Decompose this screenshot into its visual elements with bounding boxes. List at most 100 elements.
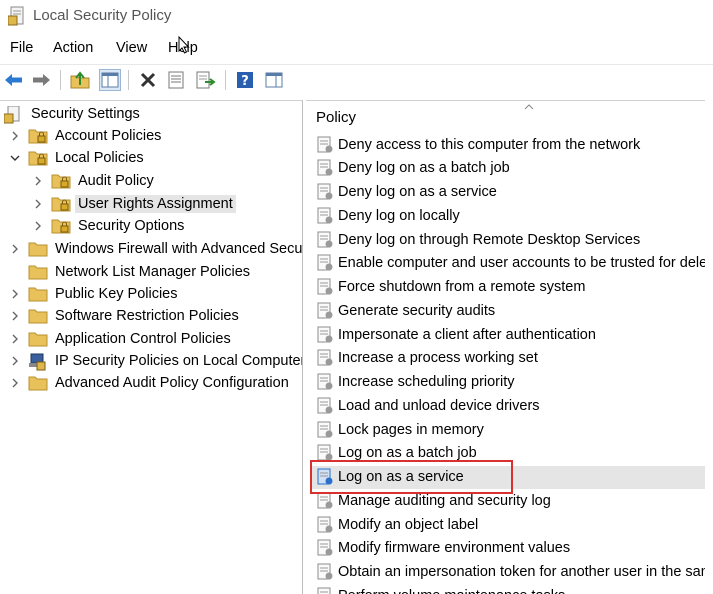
back-arrow-icon[interactable] bbox=[3, 69, 25, 91]
up-folder-icon[interactable] bbox=[69, 69, 91, 91]
tree-item-application-control[interactable]: Application Control Policies bbox=[8, 328, 234, 350]
folder-icon bbox=[28, 286, 48, 302]
policy-setting-icon bbox=[317, 397, 333, 415]
locked-folder-icon bbox=[51, 173, 71, 189]
vertical-scrollbar[interactable] bbox=[705, 100, 713, 593]
locked-folder-icon bbox=[28, 150, 48, 166]
policy-label: Enable computer and user accounts to be … bbox=[338, 255, 713, 272]
toolbar: ? bbox=[0, 64, 713, 97]
tree-item-account-policies[interactable]: Account Policies bbox=[8, 125, 164, 147]
security-settings-icon bbox=[3, 105, 24, 124]
forward-arrow-icon[interactable] bbox=[30, 69, 52, 91]
policy-row[interactable]: Deny log on as a batch job bbox=[312, 157, 713, 180]
policy-label: Increase scheduling priority bbox=[338, 374, 515, 390]
ip-security-icon bbox=[28, 353, 48, 371]
properties-icon[interactable] bbox=[165, 69, 187, 91]
tree-item-security-options[interactable]: Security Options bbox=[31, 215, 187, 237]
policy-setting-icon bbox=[317, 349, 333, 367]
policy-row[interactable]: Load and unload device drivers bbox=[312, 394, 713, 417]
export-list-icon[interactable] bbox=[195, 69, 217, 91]
chevron-right-icon[interactable] bbox=[8, 332, 22, 346]
folder-icon bbox=[28, 331, 48, 347]
policy-setting-icon bbox=[317, 326, 333, 344]
policy-setting-icon bbox=[317, 231, 333, 249]
toolbar-separator bbox=[128, 70, 129, 90]
chevron-right-icon[interactable] bbox=[8, 354, 22, 368]
policy-setting-icon bbox=[317, 373, 333, 391]
policy-row[interactable]: Obtain an impersonation token for anothe… bbox=[312, 561, 713, 584]
policy-row[interactable]: Deny access to this computer from the ne… bbox=[312, 133, 713, 156]
highlight-annotation bbox=[310, 460, 513, 494]
policy-label: Increase a process working set bbox=[338, 350, 538, 367]
menu-bar: File Action View Help bbox=[0, 36, 713, 60]
policy-row[interactable]: Deny log on locally bbox=[312, 204, 713, 227]
action-pane-icon[interactable] bbox=[263, 69, 285, 91]
tree-pane[interactable]: Security Settings Account Policies Local… bbox=[0, 100, 303, 594]
policy-row[interactable]: Deny log on as a service bbox=[312, 181, 713, 204]
window-title: Local Security Policy bbox=[33, 7, 172, 24]
menu-file[interactable]: File bbox=[10, 40, 33, 56]
tree-item-software-restriction[interactable]: Software Restriction Policies bbox=[8, 305, 242, 327]
chevron-right-icon[interactable] bbox=[31, 219, 45, 233]
policy-label: Generate security audits bbox=[338, 302, 496, 319]
tree-item-advanced-audit[interactable]: Advanced Audit Policy Configuration bbox=[8, 372, 292, 394]
help-icon[interactable]: ? bbox=[234, 69, 256, 91]
policy-label: Obtain an impersonation token for anothe… bbox=[338, 564, 713, 580]
policy-setting-icon bbox=[317, 302, 333, 320]
chevron-right-icon[interactable] bbox=[8, 129, 22, 143]
delete-icon[interactable] bbox=[137, 69, 159, 91]
policy-row[interactable]: Increase a process working set bbox=[312, 347, 713, 370]
policy-label: Modify firmware environment values bbox=[338, 540, 571, 557]
chevron-right-icon[interactable] bbox=[31, 174, 45, 188]
policy-label: Deny log on through Remote Desktop Servi… bbox=[338, 231, 641, 248]
svg-text:?: ? bbox=[241, 74, 249, 89]
chevron-down-icon[interactable] bbox=[8, 151, 22, 165]
policy-row[interactable]: Modify an object label bbox=[312, 513, 713, 536]
tree-item-public-key-policies[interactable]: Public Key Policies bbox=[8, 283, 181, 305]
sort-ascending-icon bbox=[524, 101, 534, 113]
tree-item-ip-security[interactable]: IP Security Policies on Local Computer bbox=[8, 350, 302, 372]
locked-folder-icon bbox=[51, 218, 71, 234]
locked-folder-icon bbox=[28, 128, 48, 144]
policy-row[interactable]: Modify firmware environment values bbox=[312, 537, 713, 560]
tree-item-local-policies[interactable]: Local Policies bbox=[8, 147, 147, 169]
menu-action[interactable]: Action bbox=[53, 40, 93, 56]
chevron-right-icon[interactable] bbox=[31, 197, 45, 211]
folder-icon bbox=[28, 308, 48, 324]
tree-root[interactable]: Security Settings bbox=[3, 103, 143, 125]
tree-item-network-list-manager[interactable]: Network List Manager Policies bbox=[28, 261, 253, 283]
policy-row[interactable]: Enable computer and user accounts to be … bbox=[312, 252, 713, 275]
policy-row[interactable]: Increase scheduling priority bbox=[312, 371, 713, 394]
policy-label: Deny log on as a service bbox=[338, 184, 497, 200]
column-header-policy[interactable]: Policy bbox=[316, 109, 356, 126]
policy-label: Perform volume maintenance tasks bbox=[338, 588, 565, 594]
policy-setting-icon bbox=[317, 183, 333, 201]
policy-label: Deny access to this computer from the ne… bbox=[338, 136, 641, 153]
chevron-right-icon[interactable] bbox=[8, 309, 22, 323]
policy-row[interactable]: Impersonate a client after authenticatio… bbox=[312, 323, 713, 346]
tree-label: Advanced Audit Policy Configuration bbox=[55, 375, 289, 391]
folder-icon bbox=[28, 375, 48, 391]
toolbar-separator bbox=[60, 70, 61, 90]
policy-setting-icon bbox=[317, 516, 333, 534]
chevron-right-icon[interactable] bbox=[8, 287, 22, 301]
policy-label: Impersonate a client after authenticatio… bbox=[338, 326, 596, 343]
menu-view[interactable]: View bbox=[116, 40, 147, 56]
tree-item-audit-policy[interactable]: Audit Policy bbox=[31, 170, 157, 192]
policy-setting-icon bbox=[317, 254, 333, 272]
tree-label: Network List Manager Policies bbox=[55, 264, 251, 280]
tree-item-windows-firewall[interactable]: Windows Firewall with Advanced Security bbox=[8, 238, 302, 260]
chevron-right-icon[interactable] bbox=[8, 376, 22, 390]
policy-label: Load and unload device drivers bbox=[338, 397, 540, 414]
policy-list-pane[interactable]: Policy Deny access to this computer from… bbox=[306, 100, 713, 594]
tree-item-user-rights-assignment[interactable]: User Rights Assignment bbox=[31, 193, 236, 215]
policy-row[interactable]: Deny log on through Remote Desktop Servi… bbox=[312, 228, 713, 251]
mouse-cursor-icon bbox=[178, 35, 190, 54]
chevron-right-icon[interactable] bbox=[8, 242, 22, 256]
show-hide-tree-icon[interactable] bbox=[99, 69, 121, 91]
policy-row[interactable]: Generate security audits bbox=[312, 299, 713, 322]
policy-setting-icon bbox=[317, 159, 333, 177]
policy-row[interactable]: Lock pages in memory bbox=[312, 418, 713, 441]
policy-setting-icon bbox=[317, 421, 333, 439]
policy-row[interactable]: Force shutdown from a remote system bbox=[312, 276, 713, 299]
